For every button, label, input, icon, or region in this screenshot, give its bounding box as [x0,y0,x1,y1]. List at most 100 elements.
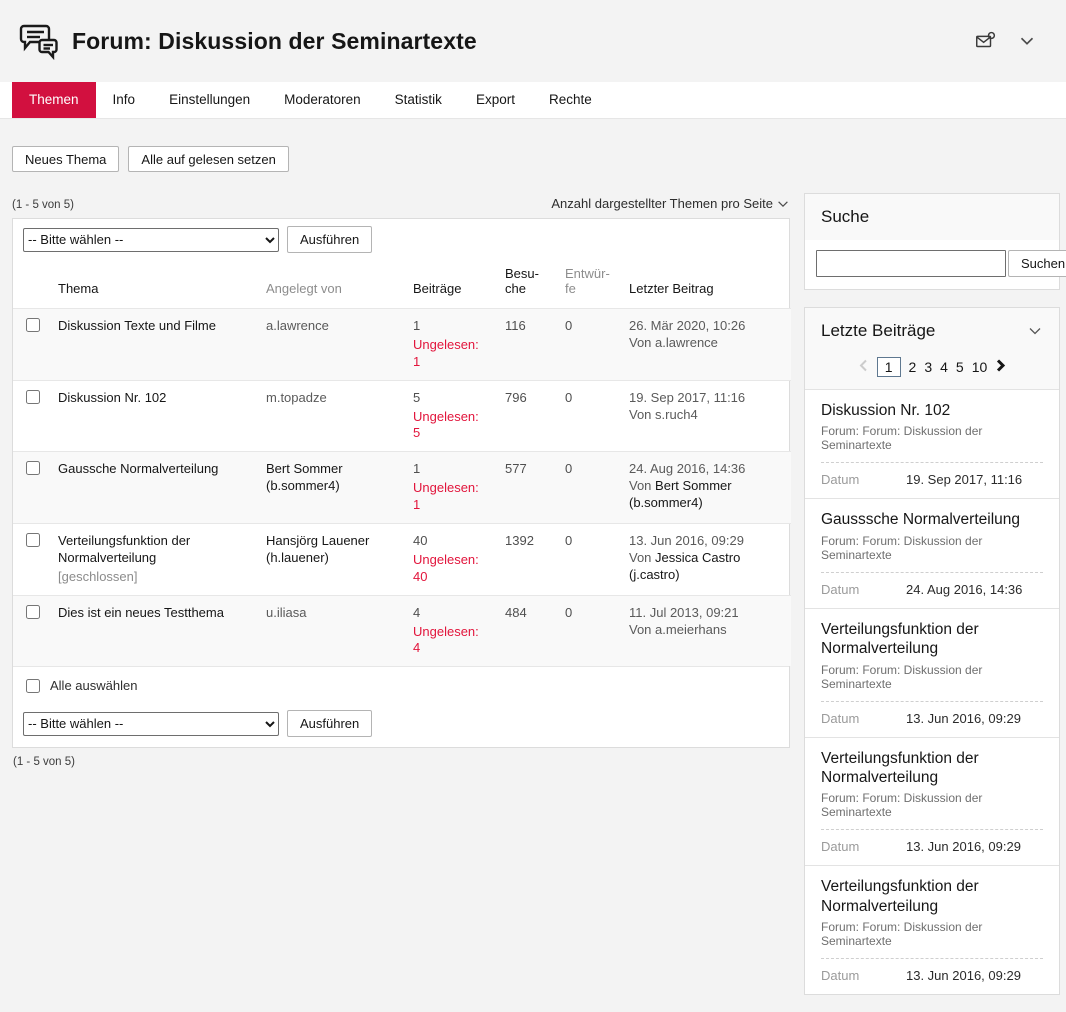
topic-author: u.iliasa [266,605,306,620]
tab-statistik[interactable]: Statistik [378,82,459,118]
per-page-label: Anzahl dargestellter Themen pro Seite [551,196,773,211]
page-number[interactable]: 3 [924,359,932,375]
col-besuche[interactable]: Besu­che [497,260,557,309]
drafts-count: 0 [565,318,572,333]
posts-count: 1 [413,461,420,476]
col-beitraege[interactable]: Beiträge [405,260,497,309]
latest-post-forum: Forum: Forum: Diskussion der Seminartext… [821,920,1043,948]
topic-link[interactable]: Gaussche Normalverteilung [58,461,218,476]
drafts-count: 0 [565,461,572,476]
collapse-chevron-icon[interactable] [1027,323,1043,339]
range-info-bottom: (1 - 5 von 5) [13,756,790,768]
page-number-current[interactable]: 1 [877,357,901,377]
col-thema[interactable]: Thema [50,260,258,309]
tab-themen[interactable]: Themen [12,82,96,118]
sidebar: Suche Suchen Letzte Beiträge 1 2 3 4 5 [804,146,1060,1012]
latest-post-forum: Forum: Forum: Diskussion der Seminartext… [821,534,1043,562]
unread-link[interactable]: Ungelesen: 5 [413,409,489,443]
date-value: 13. Jun 2016, 09:29 [906,839,1021,854]
last-post-author: s.ruch4 [655,407,698,422]
von-label: Von [629,622,651,637]
last-post-date: 13. Jun 2016, 09:29 [629,533,744,548]
header-chevron-down-icon[interactable] [1016,30,1038,52]
date-label: Datum [821,711,906,726]
unread-link[interactable]: Ungelesen: 1 [413,337,489,371]
execute-button-top[interactable]: Ausführen [287,226,372,253]
tab-export[interactable]: Export [459,82,532,118]
mail-notification-icon[interactable] [974,30,996,52]
date-value: 19. Sep 2017, 11:16 [906,472,1022,487]
bulk-action-select-top[interactable]: -- Bitte wählen -- [23,228,279,252]
page-number[interactable]: 10 [972,359,988,375]
tab-moderatoren[interactable]: Moderatoren [267,82,378,118]
topic-link[interactable]: Dies ist ein neues Testthema [58,605,224,620]
visits-count: 1392 [505,533,534,548]
page-number[interactable]: 2 [909,359,917,375]
date-label: Datum [821,968,906,983]
latest-post-title[interactable]: Verteilungsfunktion der Normalverteilung [821,749,1043,788]
tab-rechte[interactable]: Rechte [532,82,609,118]
topics-table: Thema Angelegt von Beiträge Besu­che Ent… [13,260,791,666]
page-next-icon[interactable] [995,359,1006,376]
new-topic-button[interactable]: Neues Thema [12,146,119,172]
col-letzter-beitrag[interactable]: Letzter Beitrag [621,260,791,309]
topic-link[interactable]: Diskussion Texte und Filme [58,318,216,333]
tab-info[interactable]: Info [96,82,153,118]
per-page-control[interactable]: Anzahl dargestellter Themen pro Seite [551,196,790,211]
main-column: Neues Thema Alle auf gelesen setzen (1 -… [12,146,790,1012]
von-label: Von [629,335,651,350]
chevron-down-icon [776,197,790,211]
topic-author-link[interactable]: Bert Sommer (b.sommer4) [266,461,343,493]
search-panel-header: Suche [805,194,1059,240]
unread-link[interactable]: Ungelesen: 1 [413,480,489,514]
topic-author-link[interactable]: Hansjörg Lauener (h.lauener) [266,533,369,565]
tab-einstellungen[interactable]: Einstellungen [152,82,267,118]
latest-post-title[interactable]: Verteilungsfunktion der Normalverteilung [821,877,1043,916]
range-info-top: (1 - 5 von 5) [12,199,74,211]
topics-panel: -- Bitte wählen -- Ausführen Thema Angel… [12,218,790,748]
table-row: Diskussion Texte und Filme a.lawrence 1 … [13,309,791,381]
posts-count: 1 [413,318,420,333]
search-panel: Suche Suchen [804,193,1060,290]
page-number[interactable]: 5 [956,359,964,375]
latest-post-item: Verteilungsfunktion der Normalverteilung… [805,865,1059,994]
unread-link[interactable]: Ungelesen: 40 [413,552,489,586]
header-actions [974,30,1052,52]
topic-link[interactable]: Verteilungsfunktion der Normalverteilung [58,533,190,565]
search-panel-title: Suche [821,207,869,227]
latest-post-item: Verteilungsfunktion der Normalverteilung… [805,608,1059,737]
latest-post-title[interactable]: Verteilungsfunktion der Normalverteilung [821,620,1043,659]
posts-count: 40 [413,533,427,548]
latest-post-forum: Forum: Forum: Diskussion der Seminartext… [821,791,1043,819]
search-input[interactable] [816,250,1006,277]
page-number[interactable]: 4 [940,359,948,375]
col-checkbox [13,260,50,309]
date-label: Datum [821,472,906,487]
select-all-checkbox[interactable] [26,679,40,693]
date-value: 13. Jun 2016, 09:29 [906,968,1021,983]
execute-button-bottom[interactable]: Ausführen [287,710,372,737]
bulk-action-select-bottom[interactable]: -- Bitte wählen -- [23,712,279,736]
select-all-label: Alle auswählen [50,678,137,693]
row-checkbox[interactable] [26,318,40,332]
row-checkbox[interactable] [26,461,40,475]
topic-author: a.lawrence [266,318,329,333]
topic-link[interactable]: Diskussion Nr. 102 [58,390,166,405]
drafts-count: 0 [565,605,572,620]
topic-author: m.topadze [266,390,327,405]
topic-status-note: [geschlossen] [58,569,250,586]
latest-post-title[interactable]: Gausssche Normalverteilung [821,510,1043,529]
unread-link[interactable]: Ungelesen: 4 [413,624,489,658]
row-checkbox[interactable] [26,605,40,619]
drafts-count: 0 [565,390,572,405]
latest-post-forum: Forum: Forum: Diskussion der Seminartext… [821,663,1043,691]
latest-posts-title: Letzte Beiträge [821,321,935,341]
date-label: Datum [821,839,906,854]
row-checkbox[interactable] [26,390,40,404]
row-checkbox[interactable] [26,533,40,547]
mark-all-read-button[interactable]: Alle auf gelesen setzen [128,146,288,172]
search-button[interactable]: Suchen [1008,250,1066,277]
date-label: Datum [821,582,906,597]
table-row: Dies ist ein neues Testthema u.iliasa 4 … [13,595,791,666]
latest-post-title[interactable]: Diskussion Nr. 102 [821,401,1043,420]
